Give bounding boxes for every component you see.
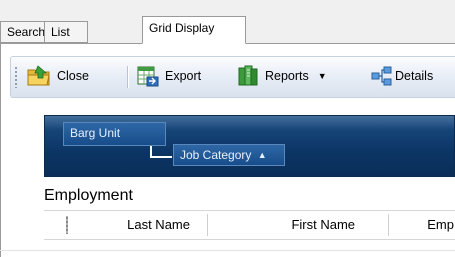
chevron-down-icon: ▼ bbox=[317, 71, 327, 81]
column-header-emp-label: Emp bbox=[427, 217, 454, 232]
close-folder-icon bbox=[26, 64, 52, 88]
reports-icon bbox=[236, 64, 260, 88]
grid-row-divider bbox=[0, 250, 455, 251]
column-header-emp[interactable]: Emp bbox=[389, 210, 455, 240]
export-button-label: Export bbox=[165, 69, 202, 83]
tab-list[interactable]: List bbox=[44, 21, 88, 43]
column-header-first-name[interactable]: First Name bbox=[208, 210, 388, 240]
toolbar-separator bbox=[127, 66, 128, 88]
group-connector bbox=[150, 146, 172, 158]
reports-dropdown-button[interactable]: Reports ▼ bbox=[236, 62, 327, 90]
details-button[interactable]: Details bbox=[371, 62, 433, 90]
close-button-label: Close bbox=[57, 69, 89, 83]
band-title: Employment bbox=[44, 187, 133, 204]
tab-grid-display[interactable]: Grid Display bbox=[142, 16, 246, 44]
export-button[interactable]: Export bbox=[136, 62, 201, 90]
details-button-label: Details bbox=[395, 69, 434, 83]
group-chip-job-category-label: Job Category bbox=[180, 148, 252, 162]
tab-list-label: List bbox=[51, 25, 70, 39]
details-hierarchy-icon bbox=[371, 64, 393, 88]
close-button[interactable]: Close bbox=[26, 62, 89, 90]
group-chip-barg-unit-label: Barg Unit bbox=[70, 126, 121, 140]
column-header-first-name-label: First Name bbox=[291, 217, 355, 232]
reports-button-label: Reports bbox=[265, 69, 309, 83]
tab-grid-display-label: Grid Display bbox=[149, 21, 215, 35]
column-header-last-name[interactable]: Last Name bbox=[72, 210, 207, 240]
tab-search-label: Search bbox=[7, 25, 46, 39]
group-chip-job-category[interactable]: Job Category ▲ bbox=[173, 144, 285, 166]
toolbar-grip[interactable] bbox=[14, 66, 18, 88]
row-selector-grip[interactable] bbox=[66, 216, 68, 234]
tab-search[interactable]: Search bbox=[0, 21, 45, 43]
sort-ascending-icon: ▲ bbox=[257, 150, 267, 160]
column-header-last-name-label: Last Name bbox=[127, 217, 190, 232]
export-spreadsheet-icon bbox=[136, 64, 160, 88]
group-chip-barg-unit[interactable]: Barg Unit bbox=[63, 122, 166, 146]
